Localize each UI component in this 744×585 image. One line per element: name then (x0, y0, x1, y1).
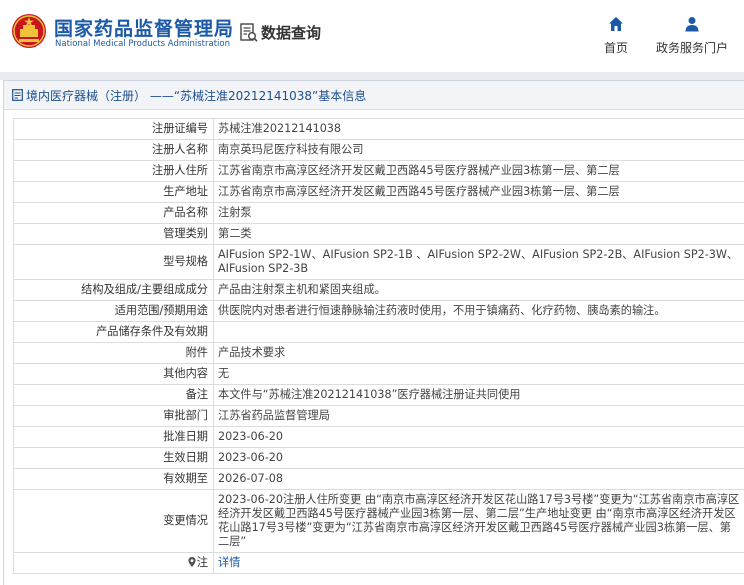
field-label: 附件 (13, 342, 214, 364)
table-row: 生产地址 江苏省南京市高淳区经济开发区戴卫西路45号医疗器械产业园3栋第一层、第… (13, 181, 744, 203)
field-value: 2026-07-08 (213, 468, 744, 490)
field-label: 生效日期 (13, 447, 214, 469)
nav-home-label: 首页 (603, 41, 628, 55)
field-value: AIFusion SP2-1W、AIFusion SP2-1B 、AIFusio… (213, 244, 744, 280)
table-row: 其他内容 无 (13, 363, 744, 385)
table-row: 管理类别 第二类 (13, 223, 744, 245)
detail-panel: 境内医疗器械（注册） ——“苏械注准20212141038”基本信息 注册证编号… (3, 80, 744, 585)
field-label: 产品储存条件及有效期 (13, 321, 214, 343)
field-value: 第二类 (213, 223, 744, 245)
field-label: 有效期至 (13, 468, 214, 490)
brand-name-chinese: 国家药品监督管理局 (54, 18, 235, 40)
table-row: 适用范围/预期用途 供医院内对患者进行恒速静脉输注药液时使用，不用于镇痛药、化疗… (13, 300, 744, 322)
location-pin-icon (188, 557, 196, 567)
field-value: 江苏省药品监督管理局 (213, 405, 744, 427)
field-value: 产品技术要求 (213, 342, 744, 364)
header-separator (0, 72, 744, 80)
field-label: 管理类别 (13, 223, 214, 245)
field-value: 详情 (213, 552, 744, 574)
table-row: 附件 产品技术要求 (13, 342, 744, 364)
table-row: 有效期至 2026-07-08 (13, 468, 744, 490)
table-row: 变更情况 2023-06-20注册人住所变更 由“南京市高淳区经济开发区花山路1… (13, 489, 744, 553)
field-value (213, 321, 744, 343)
table-row: 注 详情 (13, 552, 744, 574)
table-row: 结构及组成/主要组成成分 产品由注射泵主机和紧固夹组成。 (13, 279, 744, 301)
field-label: 备注 (13, 384, 214, 406)
table-row: 批准日期 2023-06-20 (13, 426, 744, 448)
brand-name-english: National Medical Products Administration (55, 39, 230, 49)
breadcrumb-text: 境内医疗器械（注册） ——“苏械注准20212141038”基本信息 (26, 88, 367, 103)
data-query-label: 数据查询 (261, 24, 322, 42)
field-label: 注册证编号 (13, 118, 214, 140)
table-row: 注册人名称 南京英玛尼医疗科技有限公司 (13, 139, 744, 161)
registration-info-table: 注册证编号 苏械注准20212141038 注册人名称 南京英玛尼医疗科技有限公… (13, 118, 744, 574)
home-icon (609, 17, 623, 31)
field-label: 型号规格 (13, 244, 214, 280)
document-search-icon (240, 22, 258, 42)
field-value: 2023-06-20 (213, 447, 744, 469)
field-label: 批准日期 (13, 426, 214, 448)
field-label: 变更情况 (13, 489, 214, 553)
table-row: 备注 本文件与“苏械注准20212141038”医疗器械注册证共同使用 (13, 384, 744, 406)
field-value: 江苏省南京市高淳区经济开发区戴卫西路45号医疗器械产业园3栋第一层、第二层 (213, 181, 744, 203)
table-row: 注册人住所 江苏省南京市高淳区经济开发区戴卫西路45号医疗器械产业园3栋第一层、… (13, 160, 744, 182)
table-row: 审批部门 江苏省药品监督管理局 (13, 405, 744, 427)
site-header: 国家药品监督管理局 National Medical Products Admi… (0, 0, 744, 72)
table-row: 生效日期 2023-06-20 (13, 447, 744, 469)
field-label: 注册人名称 (13, 139, 214, 161)
note-label-cell: 注 (13, 552, 214, 574)
field-value: 江苏省南京市高淳区经济开发区戴卫西路45号医疗器械产业园3栋第一层、第二层 (213, 160, 744, 182)
nav-gov-service-portal[interactable]: 政务服务门户 (654, 16, 730, 56)
field-value: 2023-06-20 (213, 426, 744, 448)
field-value: 苏械注准20212141038 (213, 118, 744, 140)
field-label: 产品名称 (13, 202, 214, 224)
field-label: 其他内容 (13, 363, 214, 385)
table-row: 型号规格 AIFusion SP2-1W、AIFusion SP2-1B 、AI… (13, 244, 744, 280)
field-label: 结构及组成/主要组成成分 (13, 279, 214, 301)
field-value: 本文件与“苏械注准20212141038”医疗器械注册证共同使用 (213, 384, 744, 406)
document-icon (12, 89, 23, 101)
field-label: 注册人住所 (13, 160, 214, 182)
table-row: 产品储存条件及有效期 (13, 321, 744, 343)
note-label: 注 (196, 556, 208, 569)
field-label: 生产地址 (13, 181, 214, 203)
national-emblem-logo[interactable] (11, 12, 47, 50)
field-value: 供医院内对患者进行恒速静脉输注药液时使用，不用于镇痛药、化疗药物、胰岛素的输注。 (213, 300, 744, 322)
user-icon (685, 17, 699, 32)
field-value: 无 (213, 363, 744, 385)
field-label: 审批部门 (13, 405, 214, 427)
nav-gov-label: 政务服务门户 (655, 41, 728, 55)
field-value: 2023-06-20注册人住所变更 由“南京市高淳区经济开发区花山路17号3号楼… (213, 489, 744, 553)
field-value: 注射泵 (213, 202, 744, 224)
table-row: 产品名称 注射泵 (13, 202, 744, 224)
details-link[interactable]: 详情 (218, 556, 240, 569)
field-label: 适用范围/预期用途 (13, 300, 214, 322)
field-value: 南京英玛尼医疗科技有限公司 (213, 139, 744, 161)
nav-home[interactable]: 首页 (602, 16, 630, 56)
table-row: 注册证编号 苏械注准20212141038 (13, 118, 744, 140)
field-value: 产品由注射泵主机和紧固夹组成。 (213, 279, 744, 301)
data-query-link[interactable]: 数据查询 (240, 22, 321, 43)
breadcrumb: 境内医疗器械（注册） ——“苏械注准20212141038”基本信息 (4, 81, 744, 110)
